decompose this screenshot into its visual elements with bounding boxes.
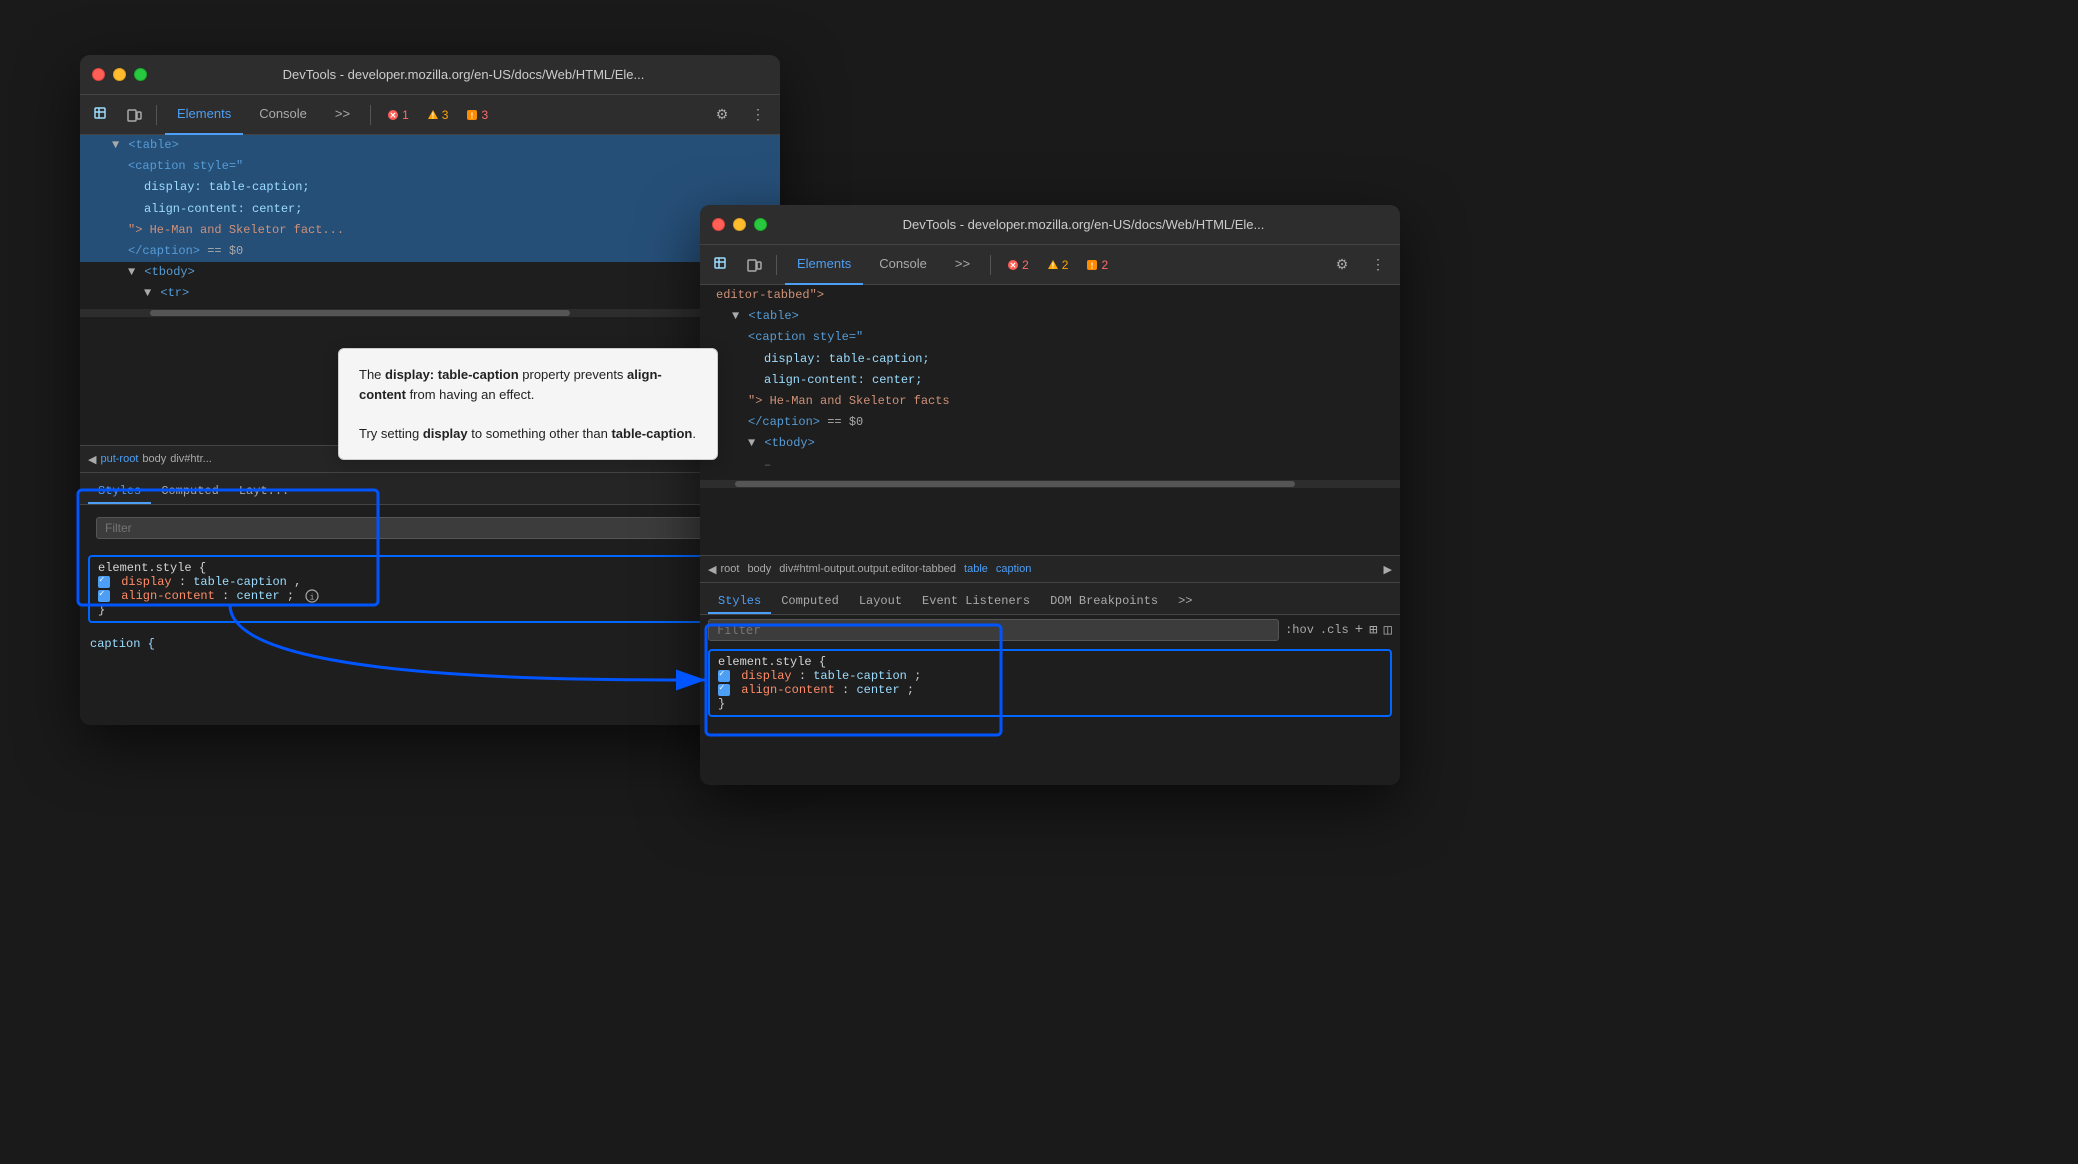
tab-more-2[interactable]: >> (943, 245, 982, 285)
tab-elements-2[interactable]: Elements (785, 245, 863, 285)
inspect-icon-2[interactable] (708, 251, 736, 279)
inspect-icon[interactable] (88, 101, 116, 129)
html-line-dash: – (700, 455, 1400, 476)
html-line-caption-text[interactable]: "> He-Man and Skeletor fact... (80, 220, 780, 241)
toggle-sidebar-icon[interactable]: ◫ (1384, 622, 1392, 639)
html-line-display[interactable]: display: table-caption; (80, 177, 780, 198)
svg-text:i: i (310, 594, 315, 603)
svg-text:✕: ✕ (390, 111, 397, 120)
tooltip-box: The display: table-caption property prev… (338, 348, 718, 460)
window-title-1: DevTools - developer.mozilla.org/en-US/d… (159, 67, 768, 82)
gear-icon-2[interactable]: ⚙ (1328, 251, 1356, 279)
device-icon[interactable] (120, 101, 148, 129)
badge-info-1: ! 3 (460, 106, 494, 124)
checkbox-align-1[interactable] (98, 590, 110, 602)
html-line-caption-close[interactable]: </caption> == $0 (80, 241, 780, 262)
html-line-editor-tabbed[interactable]: editor-tabbed"> (700, 285, 1400, 306)
svg-text:!: ! (471, 111, 474, 120)
svg-text:!: ! (431, 111, 434, 120)
tab-styles-1[interactable]: Styles (88, 480, 151, 504)
elements-panel-2: editor-tabbed"> ▼ <table> <caption style… (700, 285, 1400, 555)
html-line-align[interactable]: align-content: center; (80, 199, 780, 220)
gear-icon-1[interactable]: ⚙ (708, 101, 736, 129)
html-line-caption-text-2[interactable]: "> He-Man and Skeletor facts (700, 391, 1400, 412)
maximize-button-1[interactable] (134, 68, 147, 81)
html-line-align-2[interactable]: align-content: center; (700, 370, 1400, 391)
html-line-display-2[interactable]: display: table-caption; (700, 349, 1400, 370)
styles-filter-1[interactable] (96, 517, 764, 539)
titlebar-1: DevTools - developer.mozilla.org/en-US/d… (80, 55, 780, 95)
toolbar-sep-4 (990, 255, 991, 275)
close-button-2[interactable] (712, 218, 725, 231)
styles-panel-2: Styles Computed Layout Event Listeners D… (700, 583, 1400, 785)
cls-button[interactable]: .cls (1320, 623, 1349, 637)
svg-text:✕: ✕ (1010, 261, 1017, 270)
html-line-tbody[interactable]: ▼ <tbody> (80, 262, 780, 283)
style-rule-highlighted-2: element.style { display : table-caption … (708, 649, 1392, 717)
info-icon-1: i (305, 589, 319, 603)
badge-warn-2: ! 2 (1041, 256, 1075, 274)
breadcrumb-2: ◀ root body div#html-output.output.edito… (700, 555, 1400, 583)
toolbar-sep-2 (370, 105, 371, 125)
device-icon-2[interactable] (740, 251, 768, 279)
styles-panel-1: Styles Computed Layt... element.style { … (80, 473, 780, 725)
badge-error-1: ✕ 1 (381, 106, 415, 124)
html-line-caption-open[interactable]: <caption style=" (80, 156, 780, 177)
toolbar-2: Elements Console >> ✕ 2 ! 2 ! 2 ⚙ ⋮ (700, 245, 1400, 285)
styles-filter-2[interactable] (708, 619, 1279, 641)
style-rule-caption: caption { (80, 631, 780, 657)
toolbar-1: Elements Console >> ✕ 1 ! 3 ! 3 ⚙ ⋮ (80, 95, 780, 135)
tab-computed-1[interactable]: Computed (151, 480, 229, 504)
titlebar-2: DevTools - developer.mozilla.org/en-US/d… (700, 205, 1400, 245)
maximize-button-2[interactable] (754, 218, 767, 231)
svg-text:!: ! (1051, 261, 1054, 270)
window-title-2: DevTools - developer.mozilla.org/en-US/d… (779, 217, 1388, 232)
tab-more-1[interactable]: >> (323, 95, 362, 135)
tab-layout-2[interactable]: Layout (849, 590, 912, 614)
traffic-lights-1 (92, 68, 147, 81)
tab-console-1[interactable]: Console (247, 95, 319, 135)
checkbox-align-2[interactable] (718, 684, 730, 696)
minimize-button-2[interactable] (733, 218, 746, 231)
tab-more-styles-2[interactable]: >> (1168, 590, 1202, 614)
minimize-button-1[interactable] (113, 68, 126, 81)
toolbar-sep-1 (156, 105, 157, 125)
devtools-window-2: DevTools - developer.mozilla.org/en-US/d… (700, 205, 1400, 785)
tab-dom-breakpoints-2[interactable]: DOM Breakpoints (1040, 590, 1168, 614)
tab-styles-2[interactable]: Styles (708, 590, 771, 614)
tab-event-listeners-2[interactable]: Event Listeners (912, 590, 1040, 614)
checkbox-display-1[interactable] (98, 576, 110, 588)
style-rule-highlighted-1: element.style { display : table-caption … (88, 555, 772, 623)
hov-button[interactable]: :hov (1285, 623, 1314, 637)
more-menu-icon-2[interactable]: ⋮ (1364, 251, 1392, 279)
styles-tabs-1: Styles Computed Layt... (80, 473, 780, 505)
toolbar-sep-3 (776, 255, 777, 275)
close-button-1[interactable] (92, 68, 105, 81)
tab-layout-1[interactable]: Layt... (229, 480, 299, 504)
tab-elements-1[interactable]: Elements (165, 95, 243, 135)
styles-tabs-2: Styles Computed Layout Event Listeners D… (700, 583, 1400, 615)
new-style-rule-icon[interactable]: ⊞ (1369, 622, 1377, 639)
traffic-lights-2 (712, 218, 767, 231)
html-line-caption-close-2[interactable]: </caption> == $0 (700, 412, 1400, 433)
html-line-table[interactable]: ▼ <table> (80, 135, 780, 156)
html-line-tbody-2[interactable]: ▼ <tbody> (700, 433, 1400, 454)
badge-error-2: ✕ 2 (1001, 256, 1035, 274)
badge-info-2: ! 2 (1080, 256, 1114, 274)
more-menu-icon-1[interactable]: ⋮ (744, 101, 772, 129)
html-line-tr[interactable]: ▼ <tr> (80, 283, 780, 304)
add-rule-icon[interactable]: + (1355, 622, 1363, 638)
tab-console-2[interactable]: Console (867, 245, 939, 285)
html-line-caption-open-2[interactable]: <caption style=" (700, 327, 1400, 348)
badge-warn-1: ! 3 (421, 106, 455, 124)
svg-text:!: ! (1091, 261, 1094, 270)
html-line-table-2[interactable]: ▼ <table> (700, 306, 1400, 327)
checkbox-display-2[interactable] (718, 670, 730, 682)
tab-computed-2[interactable]: Computed (771, 590, 849, 614)
